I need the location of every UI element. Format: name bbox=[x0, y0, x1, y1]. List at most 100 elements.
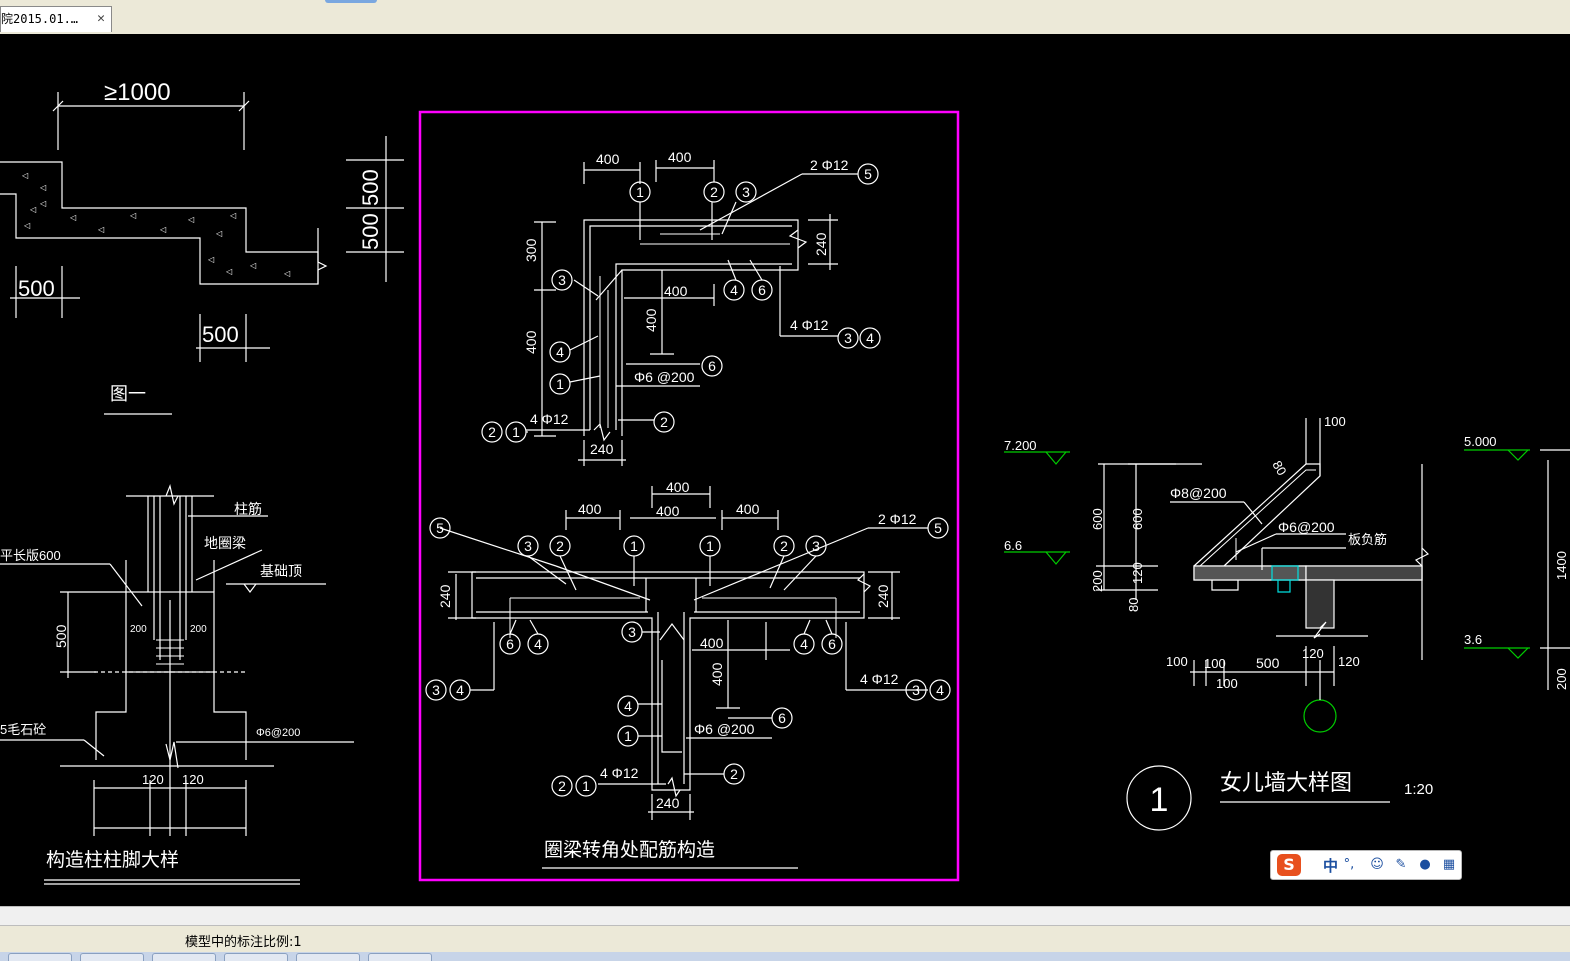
svg-text:3: 3 bbox=[432, 682, 440, 698]
level-66: 6.6 bbox=[1004, 538, 1022, 553]
dim-stirrup: Φ6@200 bbox=[256, 727, 300, 739]
close-icon[interactable]: ✕ bbox=[97, 7, 105, 31]
beam-corner-title: 圈梁转角处配筋构造 bbox=[544, 839, 715, 861]
parapet-title: 女儿墙大样图 bbox=[1220, 770, 1352, 795]
l-dim-400-b: 400 bbox=[668, 149, 692, 165]
svg-text:4: 4 bbox=[456, 682, 464, 698]
level-7200: 7.200 bbox=[1004, 438, 1037, 453]
taskbar-button[interactable] bbox=[224, 953, 288, 961]
svg-text:5: 5 bbox=[864, 166, 872, 182]
ime-toolbar[interactable]: S 中 °, ☺ ✎ ● ▦ bbox=[1270, 850, 1462, 880]
cad-drawing: ≥1000 ◁◁◁◁ ◁◁◁◁ ◁◁◁◁ ◁◁◁◁ 500 500 500 50… bbox=[0, 79, 1570, 885]
parapet-scale: 1:20 bbox=[1404, 781, 1433, 798]
svg-text:5: 5 bbox=[436, 520, 444, 536]
dim-120-a: 120 bbox=[1302, 646, 1324, 661]
svg-text:3: 3 bbox=[628, 624, 636, 640]
svg-text:◁: ◁ bbox=[130, 211, 137, 220]
label-slab-bar: 板负筋 bbox=[1348, 532, 1387, 547]
svg-text:1: 1 bbox=[636, 184, 644, 200]
dim-80: 80 bbox=[1126, 598, 1141, 612]
taskbar-button[interactable] bbox=[368, 953, 432, 961]
dim-600-a: 600 bbox=[1090, 508, 1105, 530]
selection-frame bbox=[418, 110, 960, 882]
fig1-dim-bottom: 500 bbox=[202, 322, 239, 347]
l-dim-400-vert-left: 400 bbox=[523, 330, 539, 354]
svg-text:◁: ◁ bbox=[188, 215, 195, 224]
t-stirrup: Φ6 @200 bbox=[694, 721, 755, 737]
svg-text:4: 4 bbox=[534, 636, 542, 652]
t-dim-400-vert: 400 bbox=[709, 662, 725, 686]
svg-text:◁: ◁ bbox=[24, 221, 31, 230]
svg-text:4: 4 bbox=[866, 330, 874, 346]
document-tab-title: 院2015.01.… bbox=[1, 12, 79, 26]
svg-text:◁: ◁ bbox=[216, 229, 223, 238]
sogou-logo-icon[interactable]: S bbox=[1277, 854, 1301, 876]
document-tab[interactable]: 院2015.01.… ✕ bbox=[0, 6, 112, 32]
svg-text:3: 3 bbox=[844, 330, 852, 346]
l-dim-400-vert: 400 bbox=[643, 308, 659, 332]
fig1-dim-right-bottom: 500 bbox=[358, 213, 383, 250]
svg-text:◁: ◁ bbox=[70, 213, 77, 222]
taskbar-button[interactable] bbox=[152, 953, 216, 961]
taskbar-button[interactable] bbox=[8, 953, 72, 961]
svg-text:4: 4 bbox=[556, 344, 564, 360]
svg-text:3: 3 bbox=[742, 184, 750, 200]
ime-punct-toggle[interactable]: °, bbox=[1341, 857, 1357, 873]
svg-text:6: 6 bbox=[828, 636, 836, 652]
svg-text:◁: ◁ bbox=[30, 205, 37, 214]
grid-icon[interactable]: ▦ bbox=[1441, 857, 1457, 873]
svg-text:2: 2 bbox=[558, 778, 566, 794]
svg-text:1: 1 bbox=[556, 376, 564, 392]
t-rebar-4phi12-bottom: 4 Φ12 bbox=[600, 765, 639, 781]
beam-corner-t-detail: 240 240 400 400 400 400 2 Φ12 400 400 4 … bbox=[425, 479, 951, 869]
svg-text:6: 6 bbox=[758, 282, 766, 298]
dim-left-120: 120 bbox=[142, 772, 164, 787]
dim-120: 120 bbox=[1130, 562, 1145, 584]
svg-text:3: 3 bbox=[812, 538, 820, 554]
svg-text:2: 2 bbox=[730, 766, 738, 782]
dim-left-200: 200 bbox=[130, 624, 147, 635]
svg-text:2: 2 bbox=[660, 414, 668, 430]
t-dim-240-right: 240 bbox=[875, 584, 891, 608]
svg-text:◁: ◁ bbox=[284, 269, 291, 278]
dim-200-right: 200 bbox=[1554, 668, 1569, 690]
taskbar-button[interactable] bbox=[80, 953, 144, 961]
horizontal-scrollbar[interactable] bbox=[0, 906, 1570, 926]
dim-80-slope: 80 bbox=[1269, 458, 1289, 478]
l-rebar-2phi12: 2 Φ12 bbox=[810, 157, 849, 173]
document-tab-bar: 院2015.01.… ✕ bbox=[0, 0, 1570, 35]
beam-corner-l-detail: 400 400 2 Φ12 300 400 240 400 400 4 Φ12 … bbox=[481, 149, 881, 466]
l-dim-240-bottom: 240 bbox=[590, 441, 614, 457]
t-dim-400-b: 400 bbox=[656, 503, 680, 519]
fig1-dim-right-top: 500 bbox=[358, 169, 383, 206]
svg-text:1: 1 bbox=[624, 728, 632, 744]
svg-text:2: 2 bbox=[780, 538, 788, 554]
microphone-icon[interactable]: ● bbox=[1417, 857, 1433, 873]
dim-200: 200 bbox=[1090, 570, 1105, 592]
l-dim-240-right: 240 bbox=[813, 232, 829, 256]
svg-text:◁: ◁ bbox=[208, 255, 215, 264]
level-36: 3.6 bbox=[1464, 632, 1482, 647]
ime-mode-toggle[interactable]: 中 bbox=[1323, 855, 1338, 876]
t-dim-400-c: 400 bbox=[736, 501, 760, 517]
taskbar-button[interactable] bbox=[296, 953, 360, 961]
fig1-step-detail: ≥1000 ◁◁◁◁ ◁◁◁◁ ◁◁◁◁ ◁◁◁◁ 500 500 500 50… bbox=[0, 79, 404, 415]
toolbar-indicator bbox=[325, 0, 377, 3]
svg-text:◁: ◁ bbox=[40, 199, 47, 208]
cad-drawing-canvas[interactable]: ≥1000 ◁ ◁ ◁ ◁ ◁ ◁ ◁ ◁ ◁ ◁ ◁ ◁ ◁ ◁ ◁ ◁ 500 500 500 50… bbox=[0, 34, 1570, 906]
dim-1400: 1400 bbox=[1554, 551, 1569, 580]
dim-100-a: 100 bbox=[1166, 654, 1188, 669]
parapet-detail: 7.200 6.6 5.000 3.6 100 80 600 600 200 1… bbox=[1004, 414, 1570, 831]
svg-text:3: 3 bbox=[558, 272, 566, 288]
level-5000: 5.000 bbox=[1464, 434, 1497, 449]
svg-text:1: 1 bbox=[512, 424, 520, 440]
label-bar-length: 平长版600 bbox=[0, 548, 61, 563]
svg-text:4: 4 bbox=[624, 698, 632, 714]
svg-text:◁: ◁ bbox=[40, 183, 47, 192]
t-dim-400-a: 400 bbox=[578, 501, 602, 517]
pen-icon[interactable]: ✎ bbox=[1393, 857, 1409, 873]
smiley-icon[interactable]: ☺ bbox=[1369, 857, 1385, 873]
label-column-bar: 柱筋 bbox=[234, 501, 262, 517]
column-foot-detail: 柱筋 地圈梁 基础顶 平长版600 500 200 200 5毛石砼 Φ6@20… bbox=[0, 483, 354, 885]
l-dim-300: 300 bbox=[523, 238, 539, 262]
